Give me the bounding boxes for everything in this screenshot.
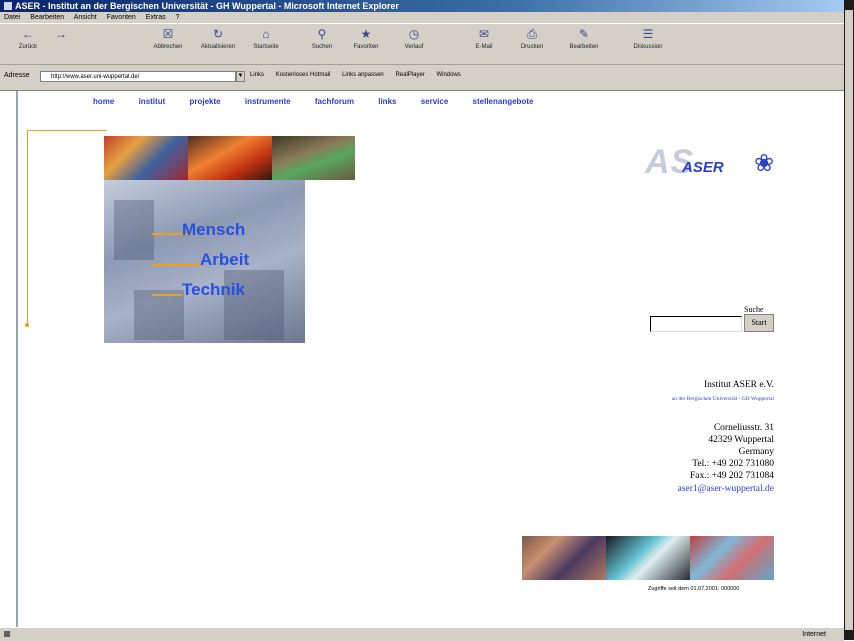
chevron-down-icon: ▼ — [237, 73, 244, 79]
hero-word-arbeit[interactable]: Arbeit — [200, 250, 249, 270]
forward-icon: → — [55, 27, 67, 41]
link-customize[interactable]: Links anpassen — [342, 72, 384, 78]
discuss-icon: ☰ — [642, 27, 654, 41]
refresh-button[interactable]: ↻ Aktualisieren — [196, 26, 240, 50]
hero-word-technik[interactable]: Technik — [182, 280, 245, 300]
back-icon: ← — [22, 27, 34, 41]
address-bar: Adresse http://www.aser.uni-wuppertal.de… — [0, 68, 844, 86]
vertical-scrollbar[interactable] — [845, 10, 853, 630]
menu-extras[interactable]: Extras — [146, 14, 166, 21]
link-windows[interactable]: Windows — [436, 72, 460, 78]
banner-photo-1 — [104, 136, 188, 180]
favorites-icon: ★ — [360, 27, 372, 41]
status-bar: Internet — [0, 627, 844, 641]
footer-photo-strip — [522, 536, 774, 580]
contact-country: Germany — [738, 447, 774, 457]
contact-street: Corneliusstr. 31 — [713, 423, 774, 433]
main-nav: home institut projekte instrumente fachf… — [93, 97, 555, 106]
visit-counter: Zugriffe seit dem 01.07.2001: 000000 — [648, 586, 740, 592]
contact-city: 42329 Wuppertal — [708, 435, 774, 445]
lion-icon: ❀ — [753, 150, 775, 177]
stop-button[interactable]: ☒ Abbrechen — [146, 26, 190, 50]
hero-word-bar — [152, 294, 182, 296]
contact-email-link[interactable]: aser1@aser-wuppertal.de — [678, 484, 774, 494]
nav-links[interactable]: links — [378, 97, 396, 106]
collage-shape — [114, 200, 154, 260]
forward-button[interactable]: → — [46, 26, 76, 44]
page-status-icon — [4, 631, 10, 637]
mail-icon: ✉ — [478, 27, 490, 41]
address-label: Adresse — [4, 72, 30, 79]
decorative-dot — [25, 323, 29, 327]
contact-name: Institut ASER e.V. — [703, 380, 774, 390]
menu-favoriten[interactable]: Favoriten — [107, 14, 136, 21]
logo-wordmark: ASER — [682, 159, 724, 176]
home-icon: ⌂ — [262, 27, 270, 41]
history-icon: ◷ — [408, 27, 420, 41]
nav-institut[interactable]: institut — [139, 97, 166, 106]
edit-button[interactable]: ✎ Bearbeiten — [562, 26, 606, 50]
nav-home[interactable]: home — [93, 97, 114, 106]
links-bar: Links Kostenloses Hotmail Links anpassen… — [250, 72, 471, 78]
header-photo-banner — [104, 136, 355, 180]
menu-bearbeiten[interactable]: Bearbeiten — [30, 14, 64, 21]
search-icon: ⚲ — [317, 27, 327, 41]
hero-word-mensch[interactable]: Mensch — [182, 220, 245, 240]
search-start-button[interactable]: Start — [744, 314, 774, 332]
refresh-icon: ↻ — [212, 27, 224, 41]
decorative-line-vertical — [27, 130, 28, 326]
nav-stellenangebote[interactable]: stellenangebote — [473, 97, 534, 106]
back-button[interactable]: ← Zurück — [6, 26, 50, 50]
footer-photo-1 — [522, 536, 606, 580]
page-frame-border — [16, 91, 18, 627]
footer-photo-2 — [606, 536, 690, 580]
contact-subtitle: an der Bergischen Universität - GH Wuppe… — [671, 396, 774, 402]
decorative-line — [27, 130, 107, 131]
aser-logo[interactable]: AS ASER ❀ — [645, 143, 780, 185]
browser-chrome: Datei Bearbeiten Ansicht Favoriten Extra… — [0, 12, 844, 91]
window-titlebar: ASER - Institut an der Bergischen Univer… — [0, 0, 844, 12]
edit-icon: ✎ — [578, 27, 590, 41]
menu-ansicht[interactable]: Ansicht — [74, 14, 97, 21]
hero-word-bar — [152, 264, 202, 266]
search-button[interactable]: ⚲ Suchen — [300, 26, 344, 50]
contact-fax: Fax.: +49 202 731084 — [690, 471, 774, 481]
links-label: Links — [250, 72, 265, 78]
history-button[interactable]: ◷ Verlauf — [392, 26, 436, 50]
nav-instrumente[interactable]: instrumente — [245, 97, 291, 106]
banner-photo-3 — [272, 136, 355, 180]
window-title: ASER - Institut an der Bergischen Univer… — [15, 1, 399, 11]
nav-fachforum[interactable]: fachforum — [315, 97, 354, 106]
print-button[interactable]: ⎙ Drucken — [510, 26, 554, 50]
menu-help[interactable]: ? — [176, 14, 180, 21]
link-hotmail[interactable]: Kostenloses Hotmail — [276, 72, 331, 78]
favorites-button[interactable]: ★ Favoriten — [344, 26, 388, 50]
toolbar: ← Zurück → ☒ Abbrechen ↻ Aktualisieren ⌂ Sta… — [0, 23, 844, 65]
nav-projekte[interactable]: projekte — [189, 97, 220, 106]
menubar: Datei Bearbeiten Ansicht Favoriten Extra… — [0, 12, 844, 23]
window-edge — [844, 0, 854, 640]
mail-button[interactable]: ✉ E-Mail — [462, 26, 506, 50]
zone-label: Internet — [802, 631, 826, 638]
footer-photo-3 — [690, 536, 774, 580]
menu-datei[interactable]: Datei — [4, 14, 20, 21]
print-icon: ⎙ — [527, 27, 537, 41]
discuss-button[interactable]: ☰ Diskussion — [626, 26, 670, 50]
nav-service[interactable]: service — [421, 97, 449, 106]
contact-tel: Tel.: +49 202 731080 — [692, 459, 774, 469]
search-label: Suche — [744, 305, 764, 314]
hero-collage-image: Mensch Arbeit Technik — [104, 180, 305, 343]
banner-photo-2 — [188, 136, 272, 180]
collage-shape — [134, 290, 184, 340]
ie-logo-icon — [4, 2, 12, 10]
home-button[interactable]: ⌂ Startseite — [244, 26, 288, 50]
link-realplayer[interactable]: RealPlayer — [395, 72, 424, 78]
stop-icon: ☒ — [162, 27, 174, 41]
address-input[interactable]: http://www.aser.uni-wuppertal.de/ — [40, 71, 236, 82]
search-input[interactable] — [650, 316, 742, 332]
address-dropdown-button[interactable]: ▼ — [236, 71, 245, 82]
